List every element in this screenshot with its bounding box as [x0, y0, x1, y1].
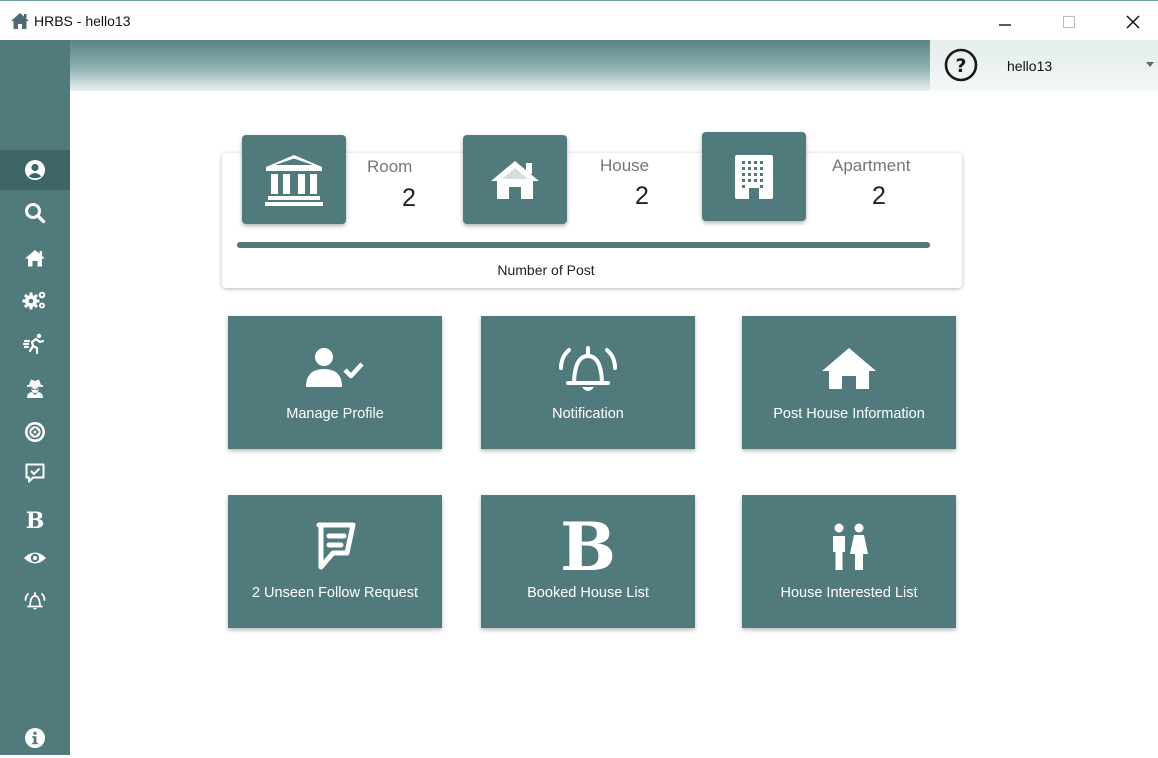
- sidebar-item-activity[interactable]: [0, 324, 70, 364]
- username: hello13: [1007, 58, 1053, 74]
- booked-house-list-button[interactable]: B Booked House List: [481, 495, 695, 628]
- home-icon: [822, 348, 876, 389]
- sidebar-item-profile[interactable]: [0, 150, 70, 190]
- stat-room-value: 2: [402, 184, 416, 212]
- booked-house-list-label: Booked House List: [527, 585, 649, 601]
- user-check-icon: [306, 348, 364, 387]
- sidebar-item-feedback[interactable]: [0, 453, 70, 493]
- sidebar: B: [0, 40, 70, 755]
- post-house-information-label: Post House Information: [773, 406, 925, 422]
- svg-text:?: ?: [955, 55, 966, 77]
- user-secret-icon: [27, 379, 43, 398]
- eye-icon: [24, 552, 46, 564]
- sidebar-item-links[interactable]: [0, 412, 70, 452]
- home-icon: [25, 250, 45, 267]
- running-icon: [23, 333, 45, 355]
- bold-b-icon: B: [560, 508, 616, 586]
- bell-ringing-icon: [24, 592, 46, 610]
- manage-profile-button[interactable]: Manage Profile: [228, 316, 442, 449]
- stat-room-tile: [242, 135, 346, 224]
- sidebar-item-watched[interactable]: [0, 538, 70, 578]
- search-icon: [25, 203, 46, 224]
- chevron-down-icon[interactable]: [1146, 62, 1154, 68]
- window-titlebar: HRBS - hello13: [0, 0, 1158, 40]
- bullseye-link-icon: [25, 422, 45, 442]
- home-icon: [491, 160, 539, 199]
- stat-house-label: House: [600, 156, 650, 175]
- comment-check-icon: [25, 463, 45, 483]
- post-house-information-button[interactable]: Post House Information: [742, 316, 956, 449]
- male-female-icon: [833, 523, 868, 570]
- minimize-button[interactable]: [988, 9, 1022, 35]
- bold-b-icon: B: [25, 508, 45, 534]
- house-interested-list-button[interactable]: House Interested List: [742, 495, 956, 628]
- sidebar-item-search[interactable]: [0, 193, 70, 233]
- stat-apartment-tile: [702, 132, 806, 221]
- close-button[interactable]: [1116, 9, 1150, 35]
- sidebar-item-bookings[interactable]: B: [0, 501, 70, 541]
- unseen-follow-request-button[interactable]: 2 Unseen Follow Request: [228, 495, 442, 628]
- user-menu[interactable]: ? hello13: [930, 40, 1158, 91]
- sidebar-item-settings[interactable]: [0, 280, 70, 320]
- minimize-icon: [999, 24, 1011, 26]
- stat-room-label: Room: [367, 157, 413, 176]
- user-circle-icon: [25, 160, 45, 180]
- cogs-icon: [22, 291, 46, 310]
- stat-apartment-value: 2: [872, 182, 886, 210]
- unseen-follow-request-label: 2 Unseen Follow Request: [251, 585, 419, 601]
- post-progress-bar: [237, 242, 930, 248]
- notification-label: Notification: [552, 406, 624, 422]
- maximize-icon: [1063, 16, 1075, 28]
- sidebar-item-secret[interactable]: [0, 368, 70, 408]
- info-circle-icon: [25, 728, 45, 748]
- stat-apartment-label: Apartment: [832, 156, 911, 175]
- manage-profile-label: Manage Profile: [286, 406, 384, 422]
- bank-icon: [265, 154, 323, 206]
- question-circle-icon[interactable]: ?: [944, 48, 978, 82]
- sidebar-item-notifications[interactable]: [0, 581, 70, 621]
- post-progress-fill: [237, 242, 930, 248]
- maximize-button[interactable]: [1052, 9, 1086, 35]
- close-icon: [1126, 15, 1140, 29]
- bell-ringing-icon: [559, 346, 617, 391]
- stats-caption: Number of Post: [497, 262, 595, 278]
- notification-button[interactable]: Notification: [481, 316, 695, 449]
- foursquare-icon: [316, 522, 356, 570]
- house-interested-list-label: House Interested List: [780, 585, 918, 601]
- sidebar-item-home[interactable]: [0, 238, 70, 278]
- stat-house-tile: [463, 135, 567, 224]
- stat-house-value: 2: [635, 182, 649, 210]
- sidebar-item-info[interactable]: [0, 718, 70, 758]
- window-title: HRBS - hello13: [34, 13, 131, 29]
- building-icon: [735, 154, 773, 199]
- home-icon: [11, 13, 29, 29]
- app-header: ? hello13: [70, 40, 1158, 91]
